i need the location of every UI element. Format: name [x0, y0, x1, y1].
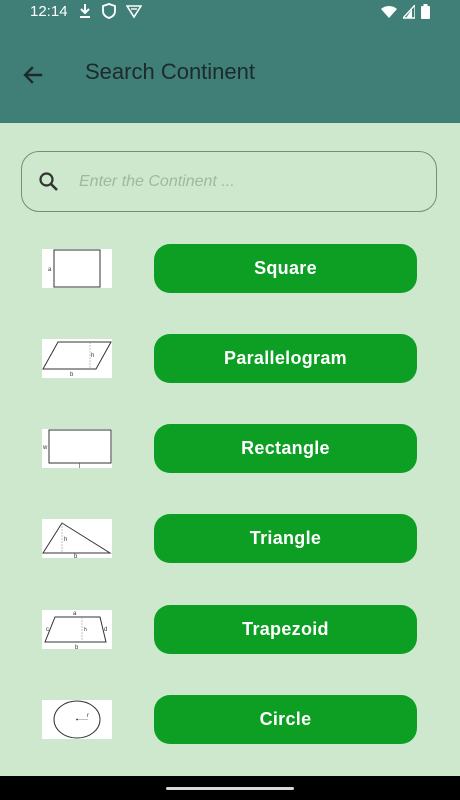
trapezoid-top-label: a	[73, 611, 77, 617]
signal-icon	[403, 4, 415, 19]
parallelogram-thumbnail: h b	[42, 339, 112, 378]
list-item-parallelogram: h b Parallelogram	[0, 334, 460, 384]
download-icon	[78, 3, 92, 19]
back-button[interactable]	[20, 62, 46, 88]
search-input[interactable]	[77, 166, 421, 198]
circle-radius-label: r	[87, 713, 89, 719]
rectangle-button[interactable]: Rectangle	[154, 424, 417, 473]
triangle-base-label: b	[74, 554, 78, 558]
shield-icon	[102, 3, 116, 19]
trapezoid-height-label: h	[84, 627, 87, 633]
arrow-back-icon	[23, 66, 43, 84]
triangle-button[interactable]: Triangle	[154, 514, 417, 563]
status-bar: 12:14	[0, 0, 460, 24]
list-item-trapezoid: a b c d h Trapezoid	[0, 605, 460, 655]
square-thumbnail: a	[42, 249, 112, 288]
circle-button[interactable]: Circle	[154, 695, 417, 744]
home-gesture-handle[interactable]	[166, 787, 294, 790]
list-item-square: a Square	[0, 244, 460, 294]
parallelogram-base-label: b	[70, 372, 74, 378]
parallelogram-button[interactable]: Parallelogram	[154, 334, 417, 383]
list-item-triangle: h b Triangle	[0, 514, 460, 564]
square-button[interactable]: Square	[154, 244, 417, 293]
list-item-circle: r Circle	[0, 695, 460, 745]
list-item-rectangle: w l Rectangle	[0, 424, 460, 474]
parallelogram-height-label: h	[91, 353, 94, 359]
rectangle-length-label: l	[79, 464, 80, 468]
trapezoid-button[interactable]: Trapezoid	[154, 605, 417, 654]
navigation-bar	[0, 776, 460, 800]
trapezoid-left-label: c	[46, 627, 49, 633]
battery-icon	[421, 4, 430, 19]
page-title: Search Continent	[85, 59, 255, 84]
rectangle-width-label: w	[42, 445, 48, 451]
vpn-key-icon	[126, 3, 142, 19]
circle-thumbnail: r	[42, 700, 112, 739]
trapezoid-thumbnail: a b c d h	[42, 610, 112, 649]
app-bar: Search Continent	[0, 24, 460, 123]
status-time: 12:14	[30, 3, 68, 20]
rectangle-thumbnail: w l	[42, 429, 112, 468]
wifi-icon	[381, 5, 397, 19]
trapezoid-right-label: d	[104, 627, 107, 633]
square-side-label: a	[48, 267, 52, 273]
triangle-height-label: h	[64, 537, 67, 543]
search-icon	[38, 171, 60, 198]
triangle-thumbnail: h b	[42, 519, 112, 558]
search-field[interactable]	[21, 151, 437, 212]
trapezoid-base-label: b	[75, 645, 79, 649]
